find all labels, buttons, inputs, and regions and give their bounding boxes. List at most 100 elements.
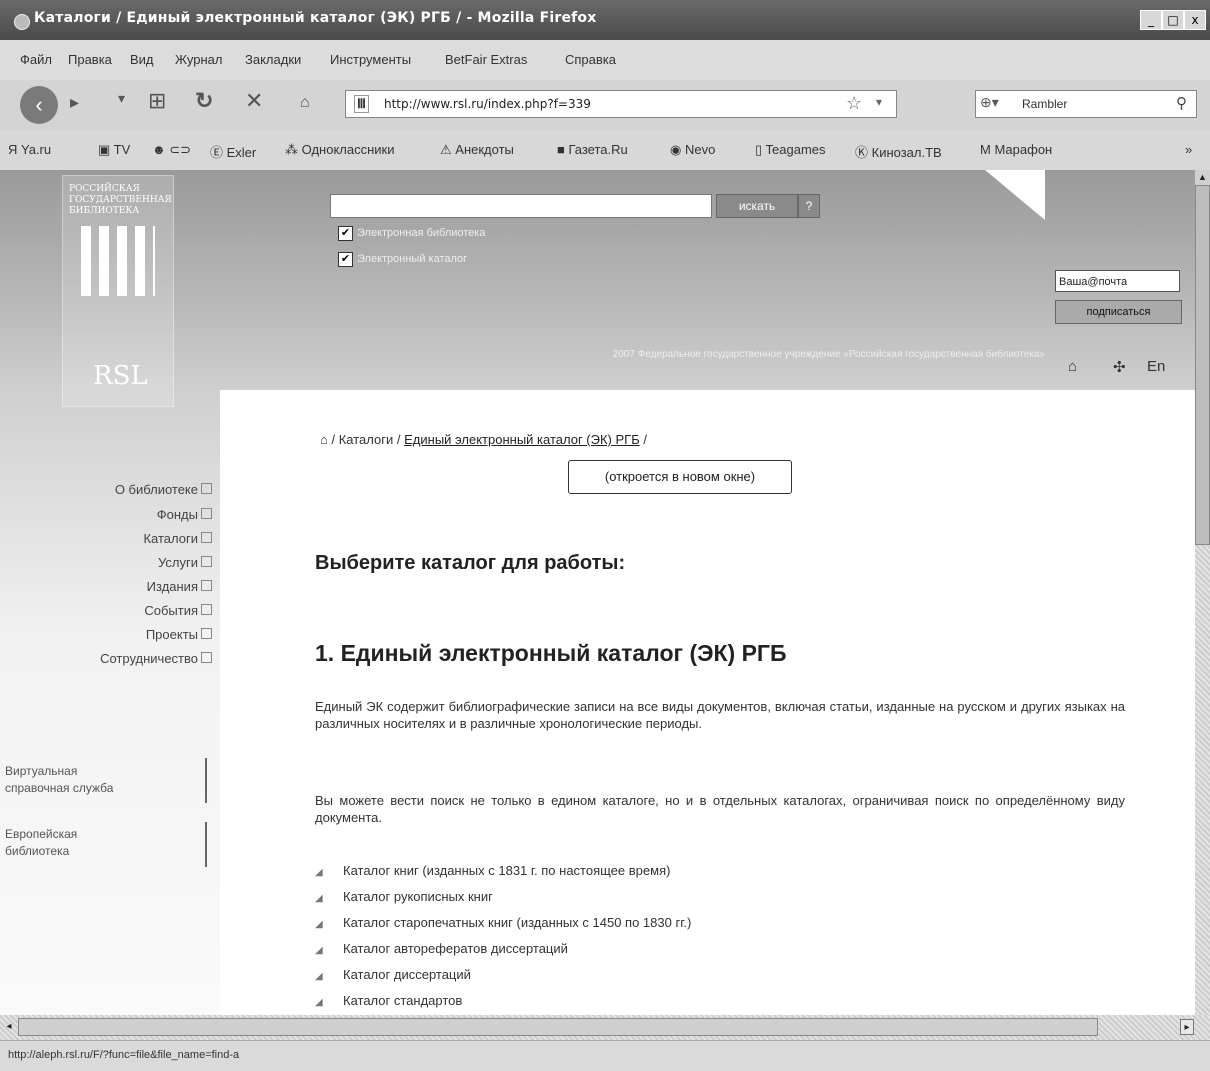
new-tab-icon[interactable]: ⊞ <box>148 88 166 114</box>
bookmark-yaru[interactable]: Я Ya.ru <box>8 142 51 157</box>
sidebar-item-services[interactable]: Услуги <box>158 555 212 570</box>
bookmark-icons-group[interactable]: ☻ ⊂⊃ <box>152 142 191 158</box>
scroll-right-icon[interactable]: ▸ <box>1180 1019 1194 1035</box>
minimize-button[interactable]: _ <box>1140 10 1162 30</box>
square-icon <box>201 604 212 615</box>
forward-button[interactable]: ▸ <box>70 92 79 113</box>
menu-betfair[interactable]: BetFair Extras <box>445 52 527 67</box>
search-engine-icon[interactable]: ⊕▾ <box>980 94 999 111</box>
menu-view[interactable]: Вид <box>130 52 154 67</box>
home-icon[interactable]: ⌂ <box>300 94 310 112</box>
email-field[interactable]: Ваша@почта <box>1055 270 1180 292</box>
menu-help[interactable]: Справка <box>565 52 616 67</box>
checkbox-electronic-catalog[interactable]: ✔ <box>338 252 353 267</box>
menu-bar: Файл Правка Вид Журнал Закладки Инструме… <box>0 40 1210 81</box>
bookmark-tv[interactable]: ▣ TV <box>98 142 130 158</box>
square-icon <box>201 580 212 591</box>
back-button[interactable]: ‹ <box>20 86 58 124</box>
sitemap-icon[interactable]: ✣ <box>1113 358 1126 376</box>
reload-icon[interactable]: ↻ <box>195 88 213 114</box>
sidebar-item-projects[interactable]: Проекты <box>146 627 212 642</box>
address-bar[interactable]: Ⅲ http://www.rsl.ru/index.php?f=339 ☆ ▾ <box>345 90 897 118</box>
stop-icon[interactable]: ✕ <box>245 88 263 114</box>
menu-edit[interactable]: Правка <box>68 52 112 67</box>
scroll-up-icon[interactable]: ▲ <box>1195 170 1210 185</box>
url-text: http://www.rsl.ru/index.php?f=339 <box>384 97 591 111</box>
bullet-arrow-icon: ◢ <box>315 971 323 982</box>
sidebar-item-funds[interactable]: Фонды <box>157 507 212 522</box>
sidebar-item-about[interactable]: О библиотеке <box>115 482 212 497</box>
section-heading: 1. Единый электронный каталог (ЭК) РГБ <box>315 640 787 666</box>
subscribe-button[interactable]: подписаться <box>1055 300 1182 324</box>
search-engine-name: Rambler <box>1022 97 1068 111</box>
breadcrumb-catalogs[interactable]: Каталоги <box>339 432 394 447</box>
horizontal-scrollbar-thumb[interactable] <box>18 1018 1098 1036</box>
sidebar-virtual-reference-link[interactable]: Виртуальная справочная служба <box>5 763 113 797</box>
search-help-button[interactable]: ? <box>798 194 820 218</box>
history-dropdown-icon[interactable]: ▾ <box>118 90 125 107</box>
url-dropdown-icon[interactable]: ▾ <box>876 95 882 109</box>
bookmark-gazeta[interactable]: ■ Газета.Ru <box>557 142 628 157</box>
sidebar-item-publications[interactable]: Издания <box>147 579 212 594</box>
header-tagline: 2007 Федеральное государственное учрежде… <box>612 349 1045 360</box>
search-icon[interactable]: ⚲ <box>1176 94 1187 112</box>
bookmark-nevo[interactable]: ◉ Nevo <box>670 142 715 158</box>
language-en-link[interactable]: En <box>1147 358 1165 375</box>
page-title: Выберите каталог для работы: <box>315 552 626 574</box>
checkbox-electronic-library[interactable]: ✔ <box>338 226 353 241</box>
list-item[interactable]: ◢ Каталог книг (изданных с 1831 г. по нас… <box>315 863 670 878</box>
list-item[interactable]: ◢ Каталог авторефератов диссертаций <box>315 941 568 956</box>
yandex-icon: Я <box>8 142 21 157</box>
list-item[interactable]: ◢ Каталог диссертаций <box>315 967 471 982</box>
menu-history[interactable]: Журнал <box>175 52 222 67</box>
sidebar-item-events[interactable]: События <box>144 603 212 618</box>
breadcrumb-current[interactable]: Единый электронный каталог (ЭК) РГБ <box>404 432 640 447</box>
checkbox-electronic-catalog-label: Электронный каталог <box>357 253 468 265</box>
checkbox-electronic-library-label: Электронная библиотека <box>357 227 486 239</box>
bookmark-marafon[interactable]: M Марафон <box>980 142 1052 157</box>
menu-bookmarks[interactable]: Закладки <box>245 52 301 67</box>
scroll-left-icon[interactable]: ◂ <box>2 1019 16 1035</box>
firefox-icon <box>14 14 30 30</box>
menu-tools[interactable]: Инструменты <box>330 52 411 67</box>
vertical-scrollbar-thumb[interactable] <box>1195 185 1210 545</box>
status-bar: http://aleph.rsl.ru/F/?func=file&file_na… <box>0 1040 1210 1071</box>
bookmarks-toolbar: Я Ya.ru ▣ TV ☻ ⊂⊃ Ⓔ Exler ⁂ Одноклассник… <box>0 130 1210 171</box>
divider <box>205 822 207 867</box>
list-item[interactable]: ◢ Каталог рукописных книг <box>315 889 493 904</box>
menu-file[interactable]: Файл <box>20 52 52 67</box>
window-title-bar: Каталоги / Единый электронный каталог (Э… <box>0 0 1210 40</box>
bullet-arrow-icon: ◢ <box>315 945 323 956</box>
catalog-description: Единый ЭК содержит библиографические зап… <box>315 699 1125 731</box>
bookmark-odnoklassniki[interactable]: ⁂ Одноклассники <box>285 142 395 158</box>
star-icon[interactable]: ☆ <box>846 93 862 114</box>
odnoklassniki-icon: ⁂ <box>285 142 302 157</box>
bookmark-exler[interactable]: Ⓔ Exler <box>210 142 256 161</box>
bookmark-teagames[interactable]: ▯ Teagames <box>755 142 826 158</box>
page-icon: ▯ <box>755 142 766 157</box>
home-icon[interactable]: ⌂ <box>1068 358 1077 375</box>
home-icon[interactable]: ⌂ <box>320 432 328 447</box>
maximize-button[interactable]: □ <box>1162 10 1184 30</box>
bookmarks-overflow-button[interactable]: » <box>1185 142 1192 157</box>
bookmark-anekdoty[interactable]: ⚠ Анекдоты <box>440 142 514 158</box>
square-icon <box>201 628 212 639</box>
sidebar-item-catalogs[interactable]: Каталоги <box>143 531 212 546</box>
site-search-input[interactable] <box>330 194 712 218</box>
logo-text: РОССИЙСКАЯ ГОСУДАРСТВЕННАЯ БИБЛИОТЕКА <box>69 184 172 216</box>
list-item[interactable]: ◢ Каталог стандартов <box>315 993 462 1008</box>
search-description: Вы можете вести поиск не только в едином… <box>315 793 1125 825</box>
square-icon <box>201 508 212 519</box>
gazeta-icon: ■ <box>557 142 569 157</box>
square-icon <box>201 483 212 494</box>
site-search-button[interactable]: искать <box>716 194 798 218</box>
bookmark-kinozal[interactable]: Ⓚ Кинозал.ТВ <box>855 142 942 161</box>
list-item[interactable]: ◢ Каталог старопечатных книг (изданных с … <box>315 915 691 930</box>
sidebar-european-library-link[interactable]: Европейская библиотека <box>5 826 77 860</box>
page-viewport: РОССИЙСКАЯ ГОСУДАРСТВЕННАЯ БИБЛИОТЕКА RS… <box>0 170 1195 1015</box>
search-box[interactable]: ⊕▾ Rambler ⚲ <box>975 90 1197 118</box>
sidebar-item-cooperation[interactable]: Сотрудничество <box>100 651 212 666</box>
close-button[interactable]: x <box>1184 10 1206 30</box>
content-corner-decoration <box>220 390 300 450</box>
library-logo[interactable]: РОССИЙСКАЯ ГОСУДАРСТВЕННАЯ БИБЛИОТЕКА RS… <box>62 175 174 407</box>
